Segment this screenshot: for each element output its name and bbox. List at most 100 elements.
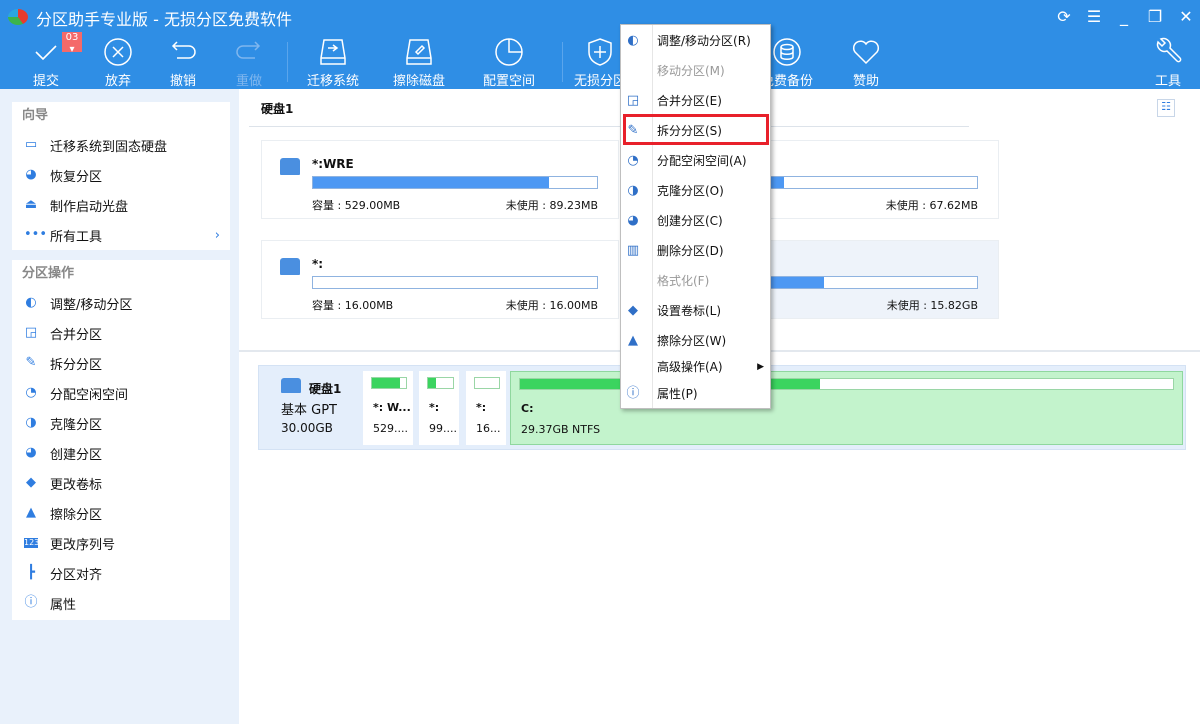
menu-item-properties[interactable]: ⓘ 属性(P) (621, 380, 770, 408)
redo-button[interactable]: 重做 (214, 36, 284, 89)
panel-title: 分区操作 (22, 266, 75, 281)
label: 更改序列号 (50, 537, 116, 553)
label: 高级操作(A) (657, 360, 723, 374)
menu-item-set-label[interactable]: ◆ 设置卷标(L) (621, 297, 770, 325)
partition-card[interactable]: *: 容量 : 16.00MB 未使用 : 16.00MB (261, 240, 619, 319)
partition-name: *: (429, 401, 440, 414)
label: 配置空间 (482, 74, 535, 89)
label: 擦除磁盘 (392, 74, 445, 89)
sidebar-item-label[interactable]: ◆ 更改卷标 (12, 468, 230, 498)
view-toggle-icon[interactable]: ☷ (1157, 99, 1175, 117)
label: 属性 (50, 597, 77, 613)
label: 调整/移动分区 (50, 297, 133, 313)
disk-icon (280, 258, 300, 275)
wipe-disk-button[interactable]: 擦除磁盘 (384, 36, 454, 89)
map-partition[interactable]: *: W... 529.... (363, 371, 413, 445)
label: 工具 (1154, 74, 1181, 89)
label: 设置卷标(L) (657, 304, 722, 318)
disk-icon (280, 158, 300, 175)
refresh-icon[interactable]: ⟳ (1052, 6, 1076, 28)
partition-size: 529.... (373, 422, 408, 435)
free-space: 未使用 : 16.00MB (505, 299, 598, 312)
label: 克隆分区 (50, 417, 103, 433)
wizard-panel: 向导 ▭ 迁移系统到固态硬盘 ◕ 恢复分区 ⏏ 制作启动光盘 ••• 所有工具 › (12, 102, 230, 250)
sidebar-item-merge[interactable]: ◲ 合并分区 (12, 318, 230, 348)
sidebar-item-align[interactable]: ┣ 分区对齐 (12, 558, 230, 588)
free-space: 未使用 : 15.82GB (886, 299, 978, 312)
map-partition[interactable]: *: 16... (466, 371, 506, 445)
allocate-space-button[interactable]: 配置空间 (474, 36, 544, 89)
toolbar-divider (562, 42, 563, 82)
menu-item-allocate[interactable]: ◔ 分配空闲空间(A) (621, 147, 770, 175)
wipe-disk-icon (406, 39, 432, 65)
menu-icon[interactable]: ☰ (1082, 6, 1106, 28)
menu-item-format[interactable]: 格式化(F) (621, 267, 770, 295)
label: 所有工具 (50, 229, 103, 245)
undo-button[interactable]: 撤销 (148, 36, 218, 89)
menu-item-resize[interactable]: ◐ 调整/移动分区(R) (621, 27, 770, 55)
label: 擦除分区(W) (657, 334, 727, 348)
sidebar-item-clone[interactable]: ◑ 克隆分区 (12, 408, 230, 438)
migrate-os-button[interactable]: 迁移系统 (298, 36, 368, 89)
discard-button[interactable]: 放弃 (83, 36, 153, 89)
sidebar-item-allocate[interactable]: ◔ 分配空闲空间 (12, 378, 230, 408)
disk-size: 30.00GB (281, 421, 333, 435)
menu-item-clone[interactable]: ◑ 克隆分区(O) (621, 177, 770, 205)
label: 放弃 (104, 74, 131, 89)
menu-item-advanced[interactable]: 高级操作(A) ▶ (621, 353, 770, 381)
context-menu: ◐ 调整/移动分区(R) 移动分区(M) ◲ 合并分区(E) ✎ 拆分分区(S) ◔ 分… (620, 24, 771, 409)
merge-icon: ◲ (626, 93, 640, 108)
create-icon: ◕ (627, 213, 639, 228)
badge-count: 03 (65, 32, 79, 43)
pending-count-badge[interactable]: 03 ▾ (62, 32, 82, 55)
info-icon: ⓘ (24, 595, 38, 610)
partition-name: *: W... (373, 401, 411, 414)
menu-item-wipe[interactable]: ▲ 擦除分区(W) (621, 327, 770, 355)
sidebar-item-split[interactable]: ✎ 拆分分区 (12, 348, 230, 378)
recover-icon: ◕ (25, 167, 37, 182)
partition-ops-panel: 分区操作 ◐ 调整/移动分区 ◲ 合并分区 ✎ 拆分分区 ◔ 分配空闲空间 ◑ 克隆分区 … (12, 260, 230, 620)
partition-card[interactable]: *:WRE 容量 : 529.00MB 未使用 : 89.23MB (261, 140, 619, 219)
usage-bar (519, 378, 1174, 390)
undo-icon (171, 41, 196, 59)
sidebar-item-recover[interactable]: ◕ 恢复分区 (12, 160, 230, 190)
split-icon: ✎ (25, 355, 37, 370)
trash-icon: ▥ (626, 243, 640, 258)
label: 赞助 (852, 74, 879, 89)
menu-item-delete[interactable]: ▥ 删除分区(D) (621, 237, 770, 265)
sidebar-item-all-tools[interactable]: ••• 所有工具 › (12, 220, 230, 250)
merge-icon: ◲ (24, 325, 38, 340)
usage-bar (312, 176, 598, 189)
cancel-circle-icon (104, 38, 132, 66)
disk-title: 硬盘1 (261, 102, 294, 116)
label: 移动分区(M) (657, 64, 725, 78)
menu-item-move[interactable]: 移动分区(M) (621, 57, 770, 85)
minimize-icon[interactable]: _ (1112, 6, 1136, 28)
pie-clock-icon (495, 38, 523, 66)
sidebar-item-resize[interactable]: ◐ 调整/移动分区 (12, 288, 230, 318)
usage-bar (474, 377, 500, 389)
label: 迁移系统 (306, 74, 359, 89)
sponsor-button[interactable]: 赞助 (831, 36, 901, 89)
label: 重做 (235, 74, 262, 89)
disk-icon (281, 378, 301, 393)
close-icon[interactable]: ✕ (1174, 6, 1198, 28)
tools-button[interactable]: 工具 (1133, 36, 1200, 89)
map-partition-c-selected[interactable]: C: 29.37GB NTFS (510, 371, 1183, 445)
sidebar-item-bootable-disc[interactable]: ⏏ 制作启动光盘 (12, 190, 230, 220)
menu-item-merge[interactable]: ◲ 合并分区(E) (621, 87, 770, 115)
label: 创建分区(C) (657, 214, 723, 228)
chevron-right-icon: › (214, 227, 220, 243)
serial-123-icon: 123 (24, 538, 40, 548)
sidebar-item-properties[interactable]: ⓘ 属性 (12, 588, 230, 618)
sidebar-item-create[interactable]: ◕ 创建分区 (12, 438, 230, 468)
menu-item-create[interactable]: ◕ 创建分区(C) (621, 207, 770, 235)
disk-name: 硬盘1 (309, 382, 342, 396)
sidebar-item-migrate-ssd[interactable]: ▭ 迁移系统到固态硬盘 (12, 130, 230, 160)
restore-icon[interactable]: ❐ (1143, 6, 1167, 28)
capacity: 容量 : 16.00MB (312, 299, 394, 312)
sidebar-item-serial[interactable]: 123 更改序列号 (12, 528, 230, 558)
map-partition[interactable]: *: 99.... (419, 371, 459, 445)
sidebar-item-wipe[interactable]: ▲ 擦除分区 (12, 498, 230, 528)
label: 恢复分区 (50, 169, 103, 185)
